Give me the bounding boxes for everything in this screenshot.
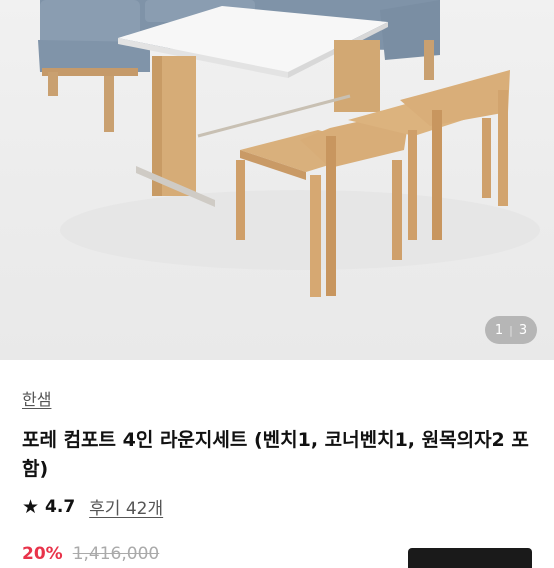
original-price: 1,416,000 <box>72 544 160 564</box>
product-photo <box>38 0 540 297</box>
pager-separator: | <box>509 323 513 337</box>
pager-total: 3 <box>518 322 528 338</box>
rating-row: ★ 4.7 후기 42개 <box>22 494 163 520</box>
brand-link[interactable]: 한샘 <box>22 386 51 410</box>
price-row: 20% 1,416,000 <box>22 544 159 564</box>
discount-rate: 20% <box>22 544 63 564</box>
image-pager: 1 | 3 <box>485 316 537 344</box>
pager-current: 1 <box>494 322 504 338</box>
buy-button[interactable] <box>408 548 532 568</box>
product-title: 포레 컴포트 4인 라운지세트 (벤치1, 코너벤치1, 원목의자2 포함) <box>22 429 529 480</box>
star-icon: ★ <box>22 495 40 518</box>
product-image-carousel[interactable]: 1 | 3 <box>0 0 554 360</box>
reviews-link[interactable]: 후기 42개 <box>89 494 163 519</box>
rating-score: 4.7 <box>45 496 76 517</box>
